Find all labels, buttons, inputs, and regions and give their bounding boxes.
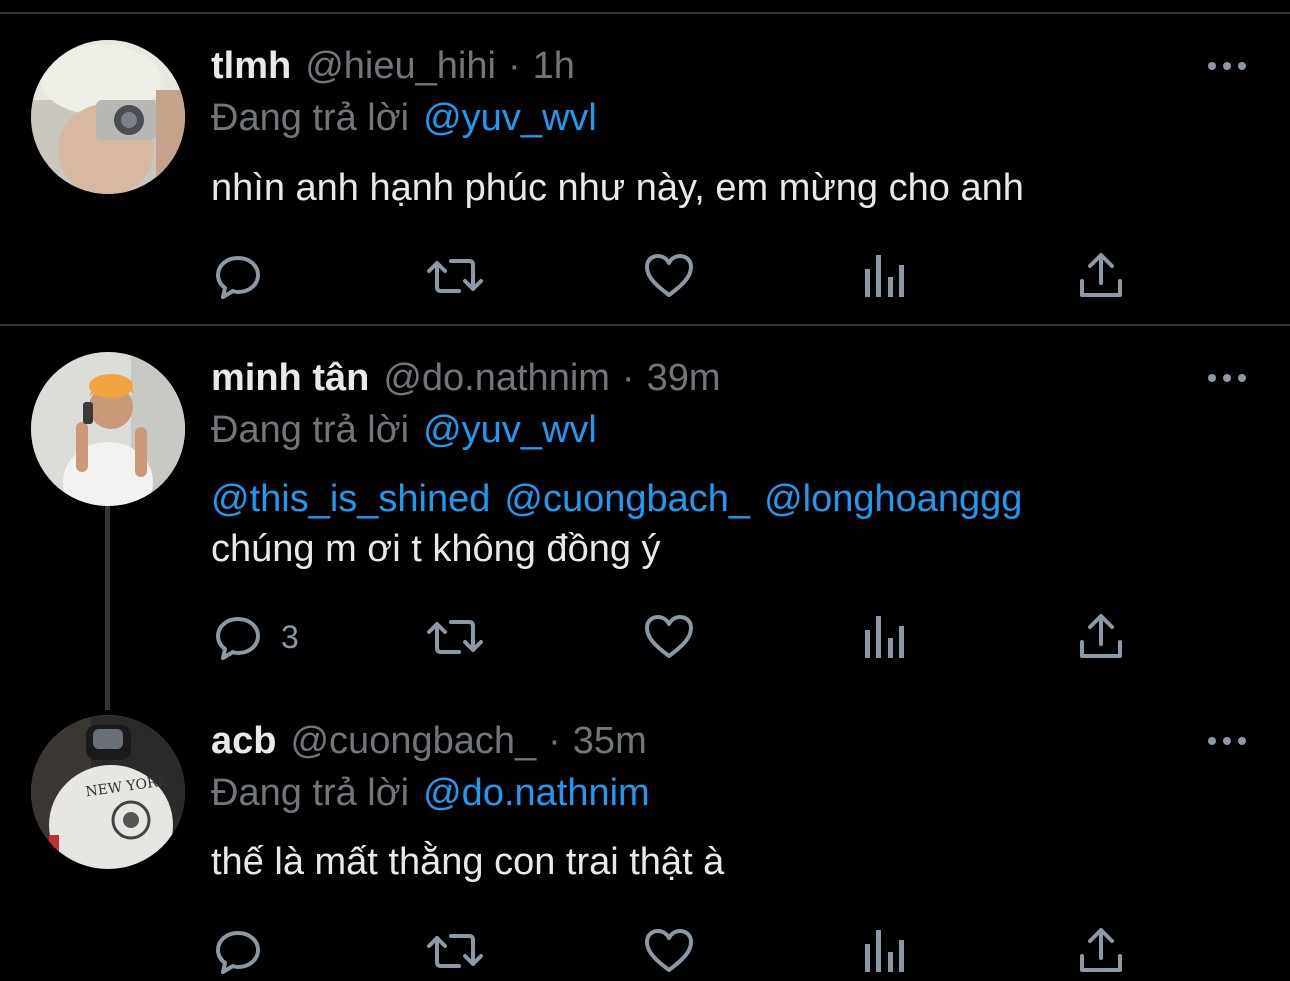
views-button[interactable] <box>862 926 908 976</box>
speech-bubble-icon <box>213 251 263 301</box>
share-upload-icon <box>1076 251 1126 301</box>
user-handle[interactable]: @do.nathnim <box>383 356 610 400</box>
replying-to-label: Đang trả lời <box>211 409 410 451</box>
share-button[interactable] <box>1076 612 1126 662</box>
speech-bubble-icon <box>213 926 263 976</box>
heart-icon <box>644 926 694 976</box>
tweet-header: acb @cuongbach_ · 35m <box>211 719 647 763</box>
separator-dot: · <box>621 357 635 399</box>
action-bar: 3 <box>0 612 1290 662</box>
tweet-header: tlmh @hieu_hihi · 1h <box>211 44 575 88</box>
separator-dot: · <box>548 720 561 762</box>
views-button[interactable] <box>862 251 908 301</box>
display-name[interactable]: minh tân <box>211 356 369 400</box>
bar-chart-icon <box>862 926 908 976</box>
mention-link[interactable]: @this_is_shined <box>211 478 490 520</box>
replying-to-label: Đang trả lời <box>211 772 410 814</box>
action-bar <box>0 251 1290 301</box>
action-bar <box>0 926 1290 976</box>
retweet-button[interactable] <box>425 926 485 976</box>
timestamp[interactable]: 39m <box>647 356 721 400</box>
bar-chart-icon <box>862 251 908 301</box>
avatar[interactable]: NEW YORK <box>31 715 185 869</box>
thread-connector <box>105 506 110 710</box>
replying-to-label: Đang trả lời <box>211 97 410 139</box>
tweet-header: minh tân @do.nathnim · 39m <box>211 356 721 400</box>
tweet-divider <box>0 324 1290 326</box>
reply-button[interactable]: 3 <box>213 612 299 662</box>
replying-to-handle[interactable]: @yuv_wvl <box>423 409 597 451</box>
more-dots-icon[interactable] <box>1207 368 1247 388</box>
share-button[interactable] <box>1076 926 1126 976</box>
tweet-text: thế là mất thằng con trai thật à <box>211 841 725 883</box>
reply-count: 3 <box>281 618 299 655</box>
replying-to: Đang trả lời @yuv_wvl <box>211 96 597 140</box>
mention-link[interactable]: @longhoanggg <box>764 478 1022 520</box>
separator-dot: · <box>507 45 521 87</box>
mention-link[interactable]: @cuongbach_ <box>504 478 750 520</box>
replying-to: Đang trả lời @do.nathnim <box>211 771 650 815</box>
avatar[interactable] <box>31 40 185 194</box>
replying-to: Đang trả lời @yuv_wvl <box>211 408 597 452</box>
retweet-icon <box>425 926 485 976</box>
retweet-icon <box>425 251 485 301</box>
retweet-icon <box>425 612 485 662</box>
heart-icon <box>644 612 694 662</box>
top-divider <box>0 12 1290 14</box>
display-name[interactable]: acb <box>211 719 276 763</box>
retweet-button[interactable] <box>425 612 485 662</box>
like-button[interactable] <box>644 926 694 976</box>
views-button[interactable] <box>862 612 908 662</box>
share-upload-icon <box>1076 612 1126 662</box>
retweet-button[interactable] <box>425 251 485 301</box>
display-name[interactable]: tlmh <box>211 44 291 88</box>
like-button[interactable] <box>644 612 694 662</box>
more-dots-icon[interactable] <box>1207 56 1247 76</box>
replying-to-handle[interactable]: @yuv_wvl <box>423 97 597 139</box>
bar-chart-icon <box>862 612 908 662</box>
tweet-text: nhìn anh hạnh phúc như này, em mừng cho … <box>211 167 1024 209</box>
tweet-mentions: @this_is_shined @cuongbach_ @longhoanggg <box>211 474 1022 524</box>
tweet-text: chúng m ơi t không đồng ý <box>211 528 661 570</box>
heart-icon <box>644 251 694 301</box>
replying-to-handle[interactable]: @do.nathnim <box>423 772 650 814</box>
reply-button[interactable] <box>213 926 263 976</box>
share-button[interactable] <box>1076 251 1126 301</box>
timestamp[interactable]: 35m <box>573 719 647 763</box>
more-dots-icon[interactable] <box>1207 731 1247 751</box>
user-handle[interactable]: @cuongbach_ <box>290 719 536 763</box>
like-button[interactable] <box>644 251 694 301</box>
reply-button[interactable] <box>213 251 263 301</box>
avatar[interactable] <box>31 352 185 506</box>
share-upload-icon <box>1076 926 1126 976</box>
user-handle[interactable]: @hieu_hihi <box>305 44 496 88</box>
timestamp[interactable]: 1h <box>533 44 575 88</box>
speech-bubble-icon <box>213 612 263 662</box>
